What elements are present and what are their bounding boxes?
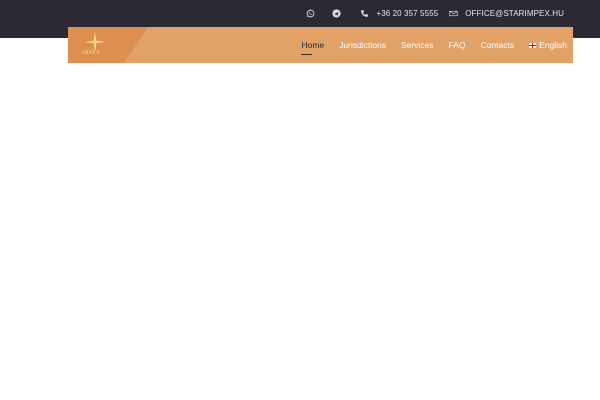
telegram-icon[interactable] xyxy=(331,8,341,18)
nav-item-services[interactable]: Services xyxy=(401,40,434,50)
star-logo-icon xyxy=(85,32,105,52)
main-navbar: IMPEX Home Jurisdictions Services FAQ Co… xyxy=(68,27,573,63)
nav-menu: Home Jurisdictions Services FAQ Contacts… xyxy=(286,27,567,63)
whatsapp-icon[interactable] xyxy=(305,8,315,18)
nav-item-contacts[interactable]: Contacts xyxy=(481,40,515,50)
nav-item-home[interactable]: Home xyxy=(301,40,324,55)
logo[interactable]: IMPEX xyxy=(68,27,148,63)
language-label: English xyxy=(539,40,567,50)
phone-link[interactable]: +36 20 357 5555 xyxy=(376,9,438,18)
nav-item-jurisdictions[interactable]: Jurisdictions xyxy=(339,40,386,50)
email-icon xyxy=(448,8,458,18)
logo-text: IMPEX xyxy=(82,51,101,56)
uk-flag-icon xyxy=(529,42,537,48)
nav-item-faq[interactable]: FAQ xyxy=(449,40,466,50)
email-link[interactable]: OFFICE@STARIMPEX.HU xyxy=(465,9,564,18)
language-selector[interactable]: English xyxy=(529,40,567,50)
contact-links: +36 20 357 5555 OFFICE@STARIMPEX.HU xyxy=(305,7,564,19)
phone-icon xyxy=(359,8,369,18)
